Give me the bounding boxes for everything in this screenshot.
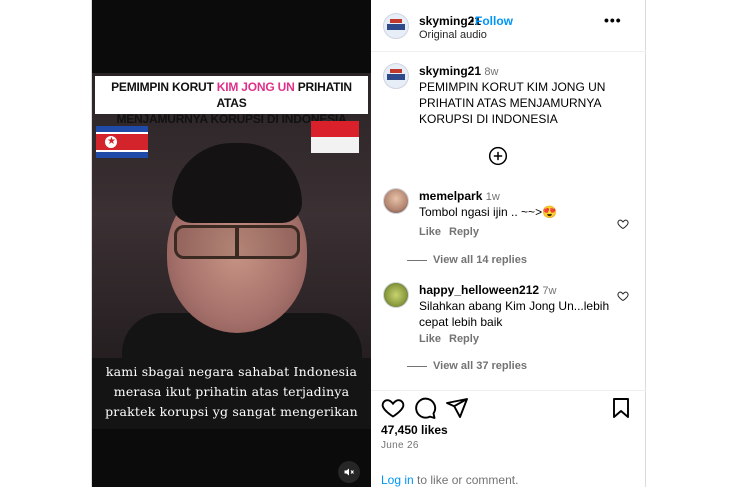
comment-text: Silahkan abang Kim Jong Un...lebih cepat… — [419, 299, 610, 329]
like-comment-button[interactable]: Like — [419, 226, 441, 238]
load-more-comments-icon[interactable] — [488, 146, 508, 166]
heart-icon[interactable] — [617, 218, 629, 230]
follow-button[interactable]: Follow — [475, 14, 513, 28]
comment-text: Tombol ngasi ijin .. ~~>😍 — [419, 205, 558, 219]
audio-label[interactable]: Original audio — [419, 29, 487, 41]
post-header: skyming21 • Follow Original audio ••• — [371, 0, 646, 52]
headline-pre: PEMIMPIN KORUT — [111, 80, 217, 94]
view-replies-link[interactable]: View all 37 replies — [433, 360, 527, 372]
commenter-avatar[interactable] — [383, 188, 409, 214]
like-heart-icon[interactable] — [381, 396, 405, 420]
likes-count[interactable]: 47,450 likes — [381, 423, 448, 437]
like-comment-button[interactable]: Like — [419, 333, 441, 345]
save-bookmark-icon[interactable] — [609, 396, 633, 420]
login-prompt: Log in to like or comment. — [381, 473, 518, 487]
author-avatar[interactable] — [383, 13, 409, 39]
reply-button[interactable]: Reply — [449, 333, 479, 345]
video-headline: PEMIMPIN KORUT KIM JONG UN PRIHATIN ATAS… — [95, 76, 368, 126]
caption-age: 8w — [484, 66, 499, 78]
speaker-muted-icon — [344, 468, 354, 476]
comment-username[interactable]: memelpark — [419, 189, 482, 203]
comment-bubble-icon[interactable] — [413, 396, 437, 420]
subtitle-line: kami sbagai negara sahabat Indonesia — [105, 364, 358, 379]
view-replies-link[interactable]: View all 14 replies — [433, 254, 527, 266]
comment-username[interactable]: happy_helloween212 — [419, 283, 539, 297]
instagram-post: PEMIMPIN KORUT KIM JONG UN PRIHATIN ATAS… — [91, 0, 646, 487]
mute-button[interactable] — [338, 461, 360, 483]
commenter-avatar[interactable] — [383, 282, 409, 308]
comment-header: happy_helloween212 7w — [419, 283, 556, 297]
caption-header: skyming21 8w — [419, 64, 498, 78]
comment-age: 1w — [485, 191, 500, 203]
separator-dot: • — [470, 14, 475, 28]
caption-username[interactable]: skyming21 — [419, 64, 481, 78]
video-subtitle: kami sbagai negara sahabat Indonesia mer… — [92, 358, 371, 429]
comment-age: 7w — [542, 285, 557, 297]
more-options-icon[interactable]: ••• — [604, 12, 622, 28]
login-link[interactable]: Log in — [381, 473, 414, 487]
headline-highlight: KIM JONG UN — [216, 80, 295, 94]
reply-button[interactable]: Reply — [449, 226, 479, 238]
caption-text: PEMIMPIN KORUT KIM JONG UN PRIHATIN ATAS… — [419, 80, 606, 126]
video-frame[interactable]: PEMIMPIN KORUT KIM JONG UN PRIHATIN ATAS… — [92, 73, 371, 429]
share-paper-plane-icon[interactable] — [445, 396, 469, 420]
comment-header: memelpark 1w — [419, 189, 500, 203]
post-date: June 26 — [381, 440, 419, 451]
caption-author-avatar[interactable] — [383, 63, 409, 89]
post-media[interactable]: PEMIMPIN KORUT KIM JONG UN PRIHATIN ATAS… — [92, 0, 371, 487]
subtitle-line: merasa ikut prihatin atas terjadinya — [113, 384, 350, 399]
subtitle-line: praktek korupsi yg sangat mengerikan — [105, 404, 358, 419]
login-prompt-text: to like or comment. — [413, 473, 519, 487]
heart-icon[interactable] — [617, 290, 629, 302]
